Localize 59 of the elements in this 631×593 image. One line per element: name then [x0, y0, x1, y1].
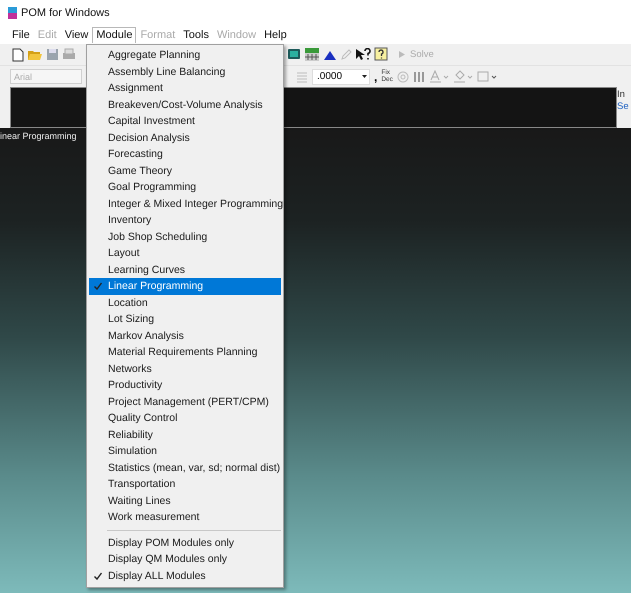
document-title: inear Programming: [0, 131, 77, 141]
menu-item[interactable]: Work measurement: [89, 509, 281, 526]
menu-item[interactable]: Material Requirements Planning: [89, 344, 281, 360]
menu-item[interactable]: Waiting Lines: [89, 492, 281, 509]
menu-item[interactable]: Display POM Modules only: [89, 534, 281, 551]
help-pointer-icon[interactable]: [355, 48, 371, 62]
menu-item[interactable]: Decision Analysis: [89, 130, 281, 146]
menu-item[interactable]: Goal Programming: [89, 179, 281, 196]
menu-bar-item[interactable]: Tools: [179, 26, 213, 42]
menu-item[interactable]: Assignment: [89, 80, 281, 96]
menu-item[interactable]: Project Management (PERT/CPM): [89, 394, 281, 410]
help-book-icon[interactable]: [374, 47, 389, 62]
menu-item[interactable]: Quality Control: [89, 410, 281, 426]
new-file-icon[interactable]: [12, 48, 24, 62]
menu-item[interactable]: Markov Analysis: [89, 328, 281, 344]
align-icon[interactable]: [296, 70, 308, 82]
menu-item[interactable]: Display ALL Modules: [89, 568, 281, 584]
decimals-dropdown[interactable]: .0000: [312, 68, 370, 84]
menu-item[interactable]: Location: [89, 294, 281, 311]
menu-item[interactable]: Breakeven/Cost-Volume Analysis: [89, 96, 281, 113]
menu-item[interactable]: Simulation: [89, 443, 281, 460]
menu-item[interactable]: Capital Investment: [89, 113, 281, 130]
table-icon[interactable]: [304, 47, 320, 62]
borders-icon[interactable]: [476, 70, 497, 83]
menu-item[interactable]: Networks: [89, 360, 281, 377]
menu-item[interactable]: Integer & Mixed Integer Programming: [89, 196, 281, 212]
menu-item[interactable]: Transportation: [89, 476, 281, 492]
menu-item[interactable]: Aggregate Planning: [89, 47, 281, 64]
app-icon: [8, 6, 17, 18]
font-color-icon[interactable]: [428, 70, 449, 83]
save-icon[interactable]: [46, 48, 59, 61]
fill-color-icon[interactable]: [452, 70, 473, 83]
menu-item[interactable]: Statistics (mean, var, sd; normal dist): [89, 460, 281, 476]
pencil-icon[interactable]: [340, 48, 352, 60]
monitor-icon[interactable]: [287, 48, 301, 61]
menu-item[interactable]: Forecasting: [89, 146, 281, 162]
menu-bar-item[interactable]: Module: [92, 26, 136, 42]
menu-item[interactable]: Inventory: [89, 212, 281, 228]
menu-item[interactable]: Lot Sizing: [89, 311, 281, 328]
triangle-icon[interactable]: [323, 48, 337, 60]
menu-item[interactable]: Assembly Line Balancing: [89, 64, 281, 80]
window-title: POM for Windows: [21, 6, 110, 18]
panel-text: In: [617, 89, 626, 101]
menu-item[interactable]: Game Theory: [89, 162, 281, 179]
menu-item[interactable]: Productivity: [89, 377, 281, 394]
menu-item[interactable]: Reliability: [89, 426, 281, 443]
comma-button[interactable]: ,: [374, 70, 378, 84]
menu-item[interactable]: Linear Programming: [89, 278, 281, 294]
menu-item[interactable]: Display QM Modules only: [89, 551, 281, 568]
menu-bar-item[interactable]: View: [60, 26, 92, 42]
menu-item[interactable]: Learning Curves: [89, 262, 281, 278]
menu-bar-item[interactable]: File: [8, 26, 34, 42]
panel-link[interactable]: Se: [617, 101, 631, 113]
print-icon[interactable]: [62, 48, 76, 61]
bars-icon[interactable]: [412, 70, 425, 82]
menu-bar-item[interactable]: Help: [260, 26, 291, 42]
menu-item[interactable]: Layout: [89, 245, 281, 262]
play-icon: [398, 50, 406, 59]
menu-item[interactable]: Job Shop Scheduling: [89, 228, 281, 245]
